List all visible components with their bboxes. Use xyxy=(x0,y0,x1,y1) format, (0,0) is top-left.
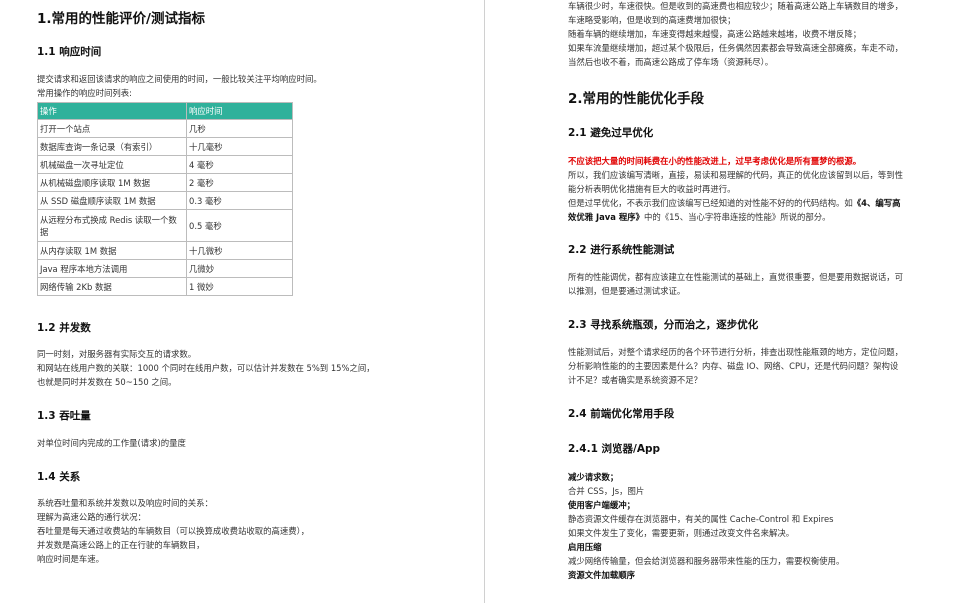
section-2-3-heading: 2.3 寻找系统瓶颈，分而治之，逐步优化 xyxy=(568,319,759,331)
table-row: 机械磁盘一次寻址定位 4 毫秒 xyxy=(37,155,293,174)
table-header-cell: 响应时间 xyxy=(186,102,293,120)
paragraph-line: 所以，我们应该编写清晰，直接，易读和易理解的代码，真正的优化应该留到以后，等到性 xyxy=(568,170,903,180)
table-row: Java 程序本地方法调用 几微妙 xyxy=(37,259,293,278)
table-header-row: 操作 响应时间 xyxy=(37,102,293,120)
item-desc: 静态资源文件缓存在浏览器中，有关的属性 Cache-Control 和 Expi… xyxy=(568,514,834,524)
paragraph-line: 对单位时间内完成的工作量(请求)的量度 xyxy=(37,438,186,448)
paragraph-line: 性能测试后，对整个请求经历的各个环节进行分析，排查出现性能瓶颈的地方，定位问题， xyxy=(568,347,903,357)
paragraph-line: 也就是同时并发数在 50~150 之间。 xyxy=(37,377,177,387)
table-row: 网络传输 2Kb 数据 1 微妙 xyxy=(37,277,293,296)
section-2-4-1-heading: 2.4.1 浏览器/App xyxy=(568,443,661,455)
section-1-4-heading: 1.4 关系 xyxy=(37,471,81,483)
item-label: 资源文件加载顺序 xyxy=(568,570,635,580)
section-2-heading: 2.常用的性能优化手段 xyxy=(568,91,705,107)
paragraph-text: 但是过早优化，不表示我们应该编写已经知道的对性能不好的的代码结构。如 xyxy=(568,198,853,208)
bold-reference: 《4、编写高 xyxy=(852,198,901,208)
paragraph-line: 理解为高速公路的通行状况： xyxy=(37,512,146,522)
paragraph-line: 分析影响性能的的主要因素是什么？内存、磁盘 IO、网络、CPU，还是代码问题？架… xyxy=(568,361,899,371)
paragraph-line: 车速略受影响，但是收到的高速费增加很快； xyxy=(568,15,736,25)
section-1-1-heading: 1.1 响应时间 xyxy=(37,46,102,58)
item-desc: 减少网络传输量，但会给浏览器和服务器带来性能的压力，需要权衡使用。 xyxy=(568,556,845,566)
warning-text: 不应该把大量的时间耗费在小的性能改进上，过早考虑优化是所有噩梦的根源。 xyxy=(568,156,862,166)
item-label: 使用客户端缓冲； xyxy=(568,500,635,510)
table-cell: 十几毫秒 xyxy=(186,137,293,156)
item-desc: 如果文件发生了变化，需要更新，则通过改变文件名来解决。 xyxy=(568,528,795,538)
table-cell: 从 SSD 磁盘顺序读取 1M 数据 xyxy=(37,191,187,210)
table-row: 从内存读取 1M 数据 十几微秒 xyxy=(37,241,293,260)
section-2-2-heading: 2.2 进行系统性能测试 xyxy=(568,244,675,256)
table-cell: 从机械磁盘顺序读取 1M 数据 xyxy=(37,173,187,192)
item-desc: 合并 CSS，Js，图片 xyxy=(568,486,645,496)
page-divider xyxy=(484,0,485,603)
paragraph-line: 车辆很少时，车速很快。但是收到的高速费也相应较少；随着高速公路上车辆数目的增多， xyxy=(568,1,903,11)
table-cell: 数据库查询一条记录（有索引） xyxy=(37,137,187,156)
paragraph-line: 响应时间是车速。 xyxy=(37,554,104,564)
table-row: 从远程分布式换成 Redis 读取一个数据 0.5 毫秒 xyxy=(37,209,293,242)
table-row: 从机械磁盘顺序读取 1M 数据 2 毫秒 xyxy=(37,173,293,192)
section-2-4-heading: 2.4 前端优化常用手段 xyxy=(568,408,675,420)
section-1-heading: 1.常用的性能评价/测试指标 xyxy=(37,11,205,27)
paragraph: 提交请求和返回该请求的响应之间使用的时间，一般比较关注平均响应时间。 xyxy=(37,74,322,84)
table-row: 打开一个站点 几秒 xyxy=(37,119,293,138)
table-cell: 打开一个站点 xyxy=(37,119,187,138)
paragraph-line: 和网站在线用户数的关联：1000 个同时在线用户数，可以估计并发数在 5%到 1… xyxy=(37,363,375,373)
paragraph-line: 但是过早优化，不表示我们应该编写已经知道的对性能不好的的代码结构。如《4、编写高 xyxy=(568,197,900,211)
item-label: 减少请求数； xyxy=(568,472,619,482)
section-1-3-heading: 1.3 吞吐量 xyxy=(37,410,91,422)
table-cell: 2 毫秒 xyxy=(186,173,293,192)
bold-reference: 效优雅 Java 程序》 xyxy=(568,212,644,222)
right-page: 车辆很少时，车速很快。但是收到的高速费也相应较少；随着高速公路上车辆数目的增多，… xyxy=(489,0,955,603)
table-row: 数据库查询一条记录（有索引） 十几毫秒 xyxy=(37,137,293,156)
paragraph-line: 并发数是高速公路上的正在行驶的车辆数目， xyxy=(37,540,205,550)
paragraph-line: 能分析表明优化措施有巨大的收益时再进行。 xyxy=(568,184,736,194)
table-cell: 几秒 xyxy=(186,119,293,138)
table-cell: 从远程分布式换成 Redis 读取一个数据 xyxy=(37,209,187,242)
paragraph-line: 当然后也收不着，而高速公路成了停车场（资源耗尽）。 xyxy=(568,57,774,67)
paragraph-line: 吞吐量是每天通过收费站的车辆数目（可以换算成收费站收取的高速费）， xyxy=(37,526,310,536)
paragraph-line: 系统吞吐量和系统并发数以及响应时间的关系： xyxy=(37,498,213,508)
table-cell: 1 微妙 xyxy=(186,277,293,296)
table-header-cell: 操作 xyxy=(37,102,187,120)
table-cell: Java 程序本地方法调用 xyxy=(37,259,187,278)
table-cell: 网络传输 2Kb 数据 xyxy=(37,277,187,296)
table-cell: 4 毫秒 xyxy=(186,155,293,174)
paragraph: 常用操作的响应时间列表: xyxy=(37,88,132,98)
item-label: 启用压缩 xyxy=(568,542,602,552)
table-cell: 几微妙 xyxy=(186,259,293,278)
left-page: 1.常用的性能评价/测试指标 1.1 响应时间 提交请求和返回该请求的响应之间使… xyxy=(0,0,478,603)
response-time-table: 操作 响应时间 打开一个站点 几秒 数据库查询一条记录（有索引） 十几毫秒 机械… xyxy=(37,102,293,296)
section-1-2-heading: 1.2 并发数 xyxy=(37,322,91,334)
table-cell: 0.3 毫秒 xyxy=(186,191,293,210)
paragraph-line: 所有的性能调优，都有应该建立在性能测试的基础上，直觉很重要，但是要用数据说话，可 xyxy=(568,272,903,282)
paragraph-line: 同一时刻，对服务器有实际交互的请求数。 xyxy=(37,349,197,359)
table-cell: 0.5 毫秒 xyxy=(186,209,293,242)
paragraph-line: 效优雅 Java 程序》中的《15、当心字符串连接的性能》所说的部分。 xyxy=(568,211,831,225)
paragraph-line: 如果车流量继续增加，超过某个极限后，任务偶然因素都会导致高速全部瘫痪，车走不动， xyxy=(568,43,903,53)
paragraph-text: 中的《15、当心字符串连接的性能》所说的部分。 xyxy=(643,212,831,222)
table-row: 从 SSD 磁盘顺序读取 1M 数据 0.3 毫秒 xyxy=(37,191,293,210)
paragraph-line: 计不足？或者确实是系统资源不足？ xyxy=(568,375,702,385)
table-cell: 十几微秒 xyxy=(186,241,293,260)
table-cell: 机械磁盘一次寻址定位 xyxy=(37,155,187,174)
paragraph-line: 以推测，但是要通过测试求证。 xyxy=(568,286,686,296)
paragraph-line: 随着车辆的继续增加，车速变得越来越慢，高速公路越来越堵，收费不增反降； xyxy=(568,29,862,39)
section-2-1-heading: 2.1 避免过早优化 xyxy=(568,127,654,139)
table-cell: 从内存读取 1M 数据 xyxy=(37,241,187,260)
